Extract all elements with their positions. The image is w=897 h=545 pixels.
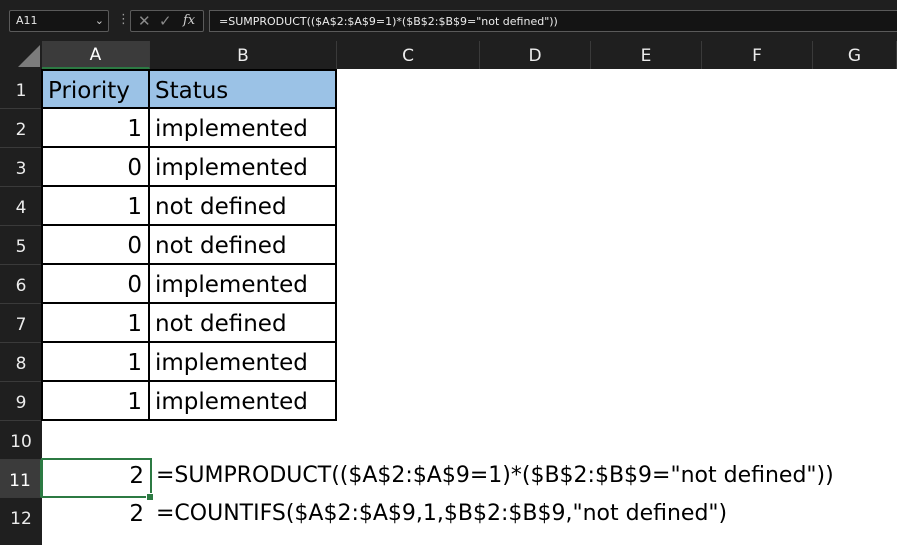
cell-priority[interactable]: 1 [43,343,150,382]
select-all-icon [18,45,40,67]
row-header-3[interactable]: 3 [0,148,42,187]
row-header-7[interactable]: 7 [0,304,42,343]
column-header-d[interactable]: D [480,41,591,69]
fill-handle[interactable] [146,493,154,501]
row-header-5[interactable]: 5 [0,226,42,265]
header-status[interactable]: Status [150,71,337,109]
formula-text-b11[interactable]: =SUMPRODUCT(($A$2:$A$9=1)*($B$2:$B$9="no… [150,460,890,498]
cell-status[interactable]: implemented [150,109,337,148]
result-cell-a12[interactable]: 2 [43,498,150,536]
cell-status[interactable]: implemented [150,265,337,304]
cell-status[interactable]: implemented [150,343,337,382]
row-header-10[interactable]: 10 [0,421,42,460]
select-all-button[interactable] [0,41,42,69]
column-header-e[interactable]: E [591,41,702,69]
row-header-9[interactable]: 9 [0,382,42,421]
cell-priority[interactable]: 1 [43,187,150,226]
cell-priority[interactable]: 1 [43,109,150,148]
column-header-a[interactable]: A [42,41,150,69]
cell-priority[interactable]: 0 [43,148,150,187]
header-priority[interactable]: Priority [43,71,150,109]
chevron-down-icon[interactable]: ⌄ [95,14,104,27]
cell-priority[interactable]: 0 [43,226,150,265]
column-header-b[interactable]: B [150,41,337,69]
name-box-value: A11 [16,14,38,27]
column-header-f[interactable]: F [702,41,813,69]
name-box[interactable]: A11 ⌄ [9,10,109,32]
more-options-icon[interactable]: ⋮ [117,13,130,26]
row-header-11[interactable]: 11 [0,460,42,498]
cell-priority[interactable]: 1 [43,304,150,343]
row-header-1[interactable]: 1 [0,69,42,109]
formula-buttons: ✕ ✓ fx [130,10,204,32]
insert-function-icon[interactable]: fx [183,13,195,28]
cell-status[interactable]: not defined [150,304,337,343]
cancel-icon[interactable]: ✕ [138,12,151,30]
formula-input[interactable]: =SUMPRODUCT(($A$2:$A$9=1)*($B$2:$B$9="no… [209,10,897,32]
row-header-8[interactable]: 8 [0,343,42,382]
column-header-c[interactable]: C [337,41,480,69]
column-header-g[interactable]: G [813,41,897,69]
cell-status[interactable]: not defined [150,187,337,226]
row-header-6[interactable]: 6 [0,265,42,304]
active-cell-outline [41,458,152,498]
enter-icon[interactable]: ✓ [159,12,172,30]
cell-priority[interactable]: 0 [43,265,150,304]
row-header-12[interactable]: 12 [0,498,42,545]
row-header-4[interactable]: 4 [0,187,42,226]
cell-status[interactable]: implemented [150,382,337,421]
formula-bar: A11 ⌄ ⋮ ✕ ✓ fx =SUMPRODUCT(($A$2:$A$9=1)… [0,0,897,41]
cell-status[interactable]: not defined [150,226,337,265]
row-header-2[interactable]: 2 [0,109,42,148]
cell-status[interactable]: implemented [150,148,337,187]
cell-priority[interactable]: 1 [43,382,150,421]
formula-text: =SUMPRODUCT(($A$2:$A$9=1)*($B$2:$B$9="no… [219,15,558,28]
formula-text-b12[interactable]: =COUNTIFS($A$2:$A$9,1,$B$2:$B$9,"not def… [150,498,890,536]
